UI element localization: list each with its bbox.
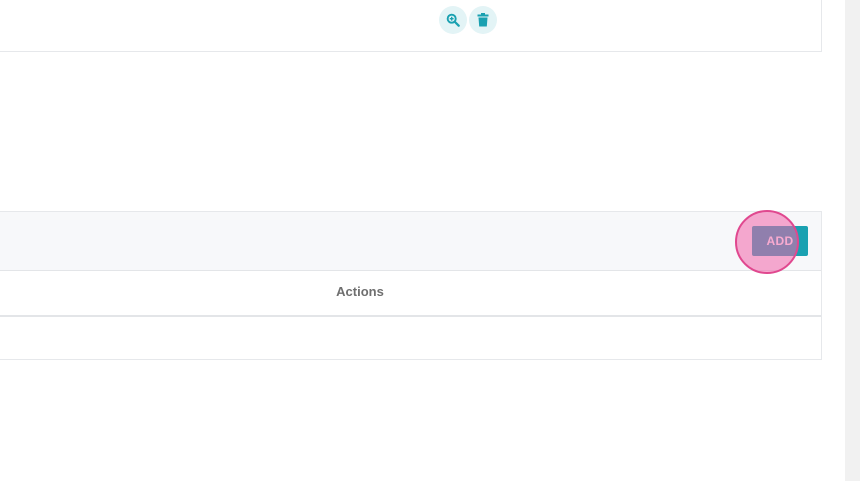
column-header-actions: Actions — [336, 284, 384, 299]
table-toolbar: ADD — [0, 212, 821, 271]
top-table-panel — [0, 0, 822, 52]
delete-button[interactable] — [469, 6, 497, 34]
vertical-scrollbar[interactable] — [845, 0, 860, 481]
add-button[interactable]: ADD — [752, 226, 808, 256]
trash-icon — [477, 13, 489, 27]
page: ADD Actions — [0, 0, 860, 481]
bottom-table-panel: ADD Actions — [0, 211, 822, 360]
zoom-in-icon — [446, 13, 460, 27]
zoom-button[interactable] — [439, 6, 467, 34]
table-row — [0, 317, 821, 359]
table-header-row: Actions — [0, 271, 821, 317]
